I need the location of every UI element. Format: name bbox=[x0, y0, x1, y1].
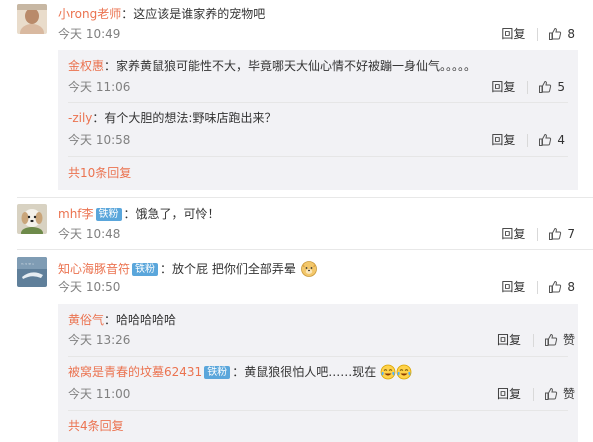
thumb-up-icon[interactable] bbox=[544, 333, 558, 347]
divider bbox=[532, 387, 534, 401]
divider bbox=[527, 133, 529, 147]
reply-time: 今天 10:58 bbox=[68, 133, 131, 147]
divider bbox=[17, 249, 593, 250]
reply-button[interactable]: 回复 bbox=[501, 26, 525, 42]
reply-text-line: 被窝是青春的坟墓62431 铁粉 ：黄鼠狼很怕人吧……现在 bbox=[68, 364, 412, 380]
reply-actions: 回复 赞 bbox=[497, 332, 575, 348]
divider bbox=[527, 80, 529, 94]
more-replies-link[interactable]: 共4条回复 bbox=[68, 418, 124, 434]
divider bbox=[532, 333, 534, 347]
like-label[interactable]: 赞 bbox=[563, 386, 575, 402]
like-count: 7 bbox=[567, 227, 575, 241]
username-link[interactable]: mhf李 bbox=[58, 207, 94, 221]
reply-text: ：黄鼠狼很怕人吧……现在 bbox=[232, 365, 377, 379]
like-count: 8 bbox=[567, 280, 575, 294]
reply-actions: 回复 4 bbox=[491, 132, 565, 148]
thumb-up-icon[interactable] bbox=[548, 280, 562, 294]
comment-text-line: 知心海豚音符 铁粉 ：放个屁 把你们全部弄晕 bbox=[58, 259, 318, 277]
reply-button[interactable]: 回复 bbox=[497, 386, 521, 402]
divider bbox=[537, 280, 539, 294]
reply-button[interactable]: 回复 bbox=[501, 226, 525, 242]
divider bbox=[537, 27, 539, 41]
reply-button[interactable]: 回复 bbox=[491, 79, 515, 95]
doge-emoji-icon bbox=[300, 259, 318, 277]
username-link[interactable]: 小rong老师 bbox=[58, 7, 121, 21]
comment-actions: 回复 7 bbox=[501, 226, 575, 242]
comment-text-line: 小rong老师：这应该是谁家养的宠物吧 bbox=[58, 6, 265, 22]
comment-text: ：饿急了，可怜！ bbox=[123, 207, 220, 221]
like-count: 4 bbox=[557, 133, 565, 147]
reply-time: 今天 11:06 bbox=[68, 80, 131, 94]
comment-time: 今天 10:49 bbox=[58, 27, 121, 41]
svg-text:ᵐ ʳˢ ᵇˡ ᵘ: ᵐ ʳˢ ᵇˡ ᵘ bbox=[21, 262, 34, 267]
avatar-image bbox=[17, 4, 47, 34]
reply-text: ：家养黄鼠狼可能性不大，毕竟哪天大仙心情不好被蹦一身仙气。。。。。 bbox=[104, 59, 477, 73]
reply-text: ：哈哈哈哈哈 bbox=[104, 313, 177, 327]
username-link[interactable]: 被窝是青春的坟墓62431 bbox=[68, 365, 202, 379]
reply-text-line: 黄俗气：哈哈哈哈哈 bbox=[68, 312, 176, 328]
username-link[interactable]: 金权惠 bbox=[68, 59, 104, 73]
reply-time: 今天 13:26 bbox=[68, 333, 131, 347]
reply-time: 今天 11:00 bbox=[68, 387, 131, 401]
username-link[interactable]: 黄俗气 bbox=[68, 313, 104, 327]
laugh-cry-emoji-icon bbox=[396, 364, 412, 380]
comment-text: ：放个屁 把你们全部弄晕 bbox=[160, 262, 296, 276]
reply-button[interactable]: 回复 bbox=[491, 132, 515, 148]
fan-badge: 铁粉 bbox=[95, 208, 122, 221]
comment-actions: 回复 8 bbox=[501, 279, 575, 295]
divider bbox=[68, 102, 568, 103]
fan-badge: 铁粉 bbox=[204, 366, 231, 379]
comment-actions: 回复 8 bbox=[501, 26, 575, 42]
laugh-cry-emoji-icon bbox=[380, 364, 396, 380]
avatar[interactable] bbox=[17, 204, 47, 234]
reply-text-line: 金权惠：家养黄鼠狼可能性不大，毕竟哪天大仙心情不好被蹦一身仙气。。。。。 bbox=[68, 58, 476, 74]
thumb-up-icon[interactable] bbox=[538, 80, 552, 94]
divider bbox=[17, 197, 593, 198]
avatar[interactable] bbox=[17, 4, 47, 34]
divider bbox=[68, 410, 568, 411]
more-replies-link[interactable]: 共10条回复 bbox=[68, 165, 131, 181]
thumb-up-icon[interactable] bbox=[548, 227, 562, 241]
username-link[interactable]: 知心海豚音符 bbox=[58, 262, 130, 276]
reply-button[interactable]: 回复 bbox=[497, 332, 521, 348]
divider bbox=[68, 156, 568, 157]
reply-actions: 回复 5 bbox=[491, 79, 565, 95]
reply-actions: 回复 赞 bbox=[497, 386, 575, 402]
comment-text: ：这应该是谁家养的宠物吧 bbox=[121, 7, 266, 21]
reply-button[interactable]: 回复 bbox=[501, 279, 525, 295]
thumb-up-icon[interactable] bbox=[538, 133, 552, 147]
like-label[interactable]: 赞 bbox=[563, 332, 575, 348]
divider bbox=[537, 227, 539, 241]
thumb-up-icon[interactable] bbox=[544, 387, 558, 401]
comment-text-line: mhf李 铁粉 ：饿急了，可怜！ bbox=[58, 206, 220, 222]
avatar-image: ᵐ ʳˢ ᵇˡ ᵘ bbox=[17, 257, 47, 287]
thumb-up-icon[interactable] bbox=[548, 27, 562, 41]
comment-time: 今天 10:50 bbox=[58, 280, 121, 294]
reply-text: ：有个大胆的想法:野味店跑出来？ bbox=[92, 111, 277, 125]
divider bbox=[68, 356, 568, 357]
fan-badge: 铁粉 bbox=[132, 263, 159, 276]
like-count: 8 bbox=[567, 27, 575, 41]
like-count: 5 bbox=[557, 80, 565, 94]
avatar[interactable]: ᵐ ʳˢ ᵇˡ ᵘ bbox=[17, 257, 47, 287]
comment-time: 今天 10:48 bbox=[58, 227, 121, 241]
avatar-image bbox=[17, 204, 47, 234]
reply-text-line: -zily：有个大胆的想法:野味店跑出来？ bbox=[68, 110, 276, 126]
username-link[interactable]: -zily bbox=[68, 111, 92, 125]
